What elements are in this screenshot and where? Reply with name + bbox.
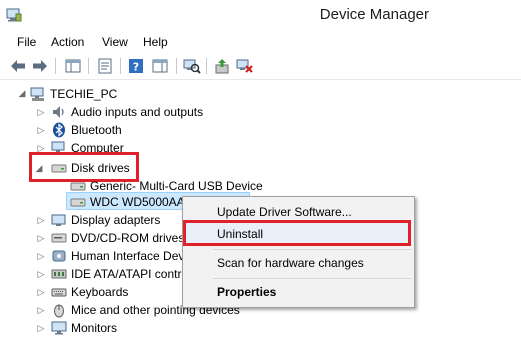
toolbar-separator <box>206 58 207 74</box>
tree-item-bluetooth[interactable]: Bluetooth <box>71 123 122 137</box>
tree-item-generic-multicard[interactable]: Generic- Multi-Card USB Device <box>90 179 263 193</box>
tree-item-hid[interactable]: Human Interface Dev <box>71 249 184 263</box>
tree-item-dvd-drives[interactable]: DVD/CD-ROM drives <box>71 231 184 245</box>
context-menu-separator <box>213 278 411 279</box>
forward-icon[interactable] <box>30 56 50 76</box>
hid-icon <box>52 250 66 262</box>
tree-item-audio[interactable]: Audio inputs and outputs <box>71 105 203 119</box>
expand-arrow-icon[interactable]: ▷ <box>37 269 45 279</box>
keyboard-icon <box>51 288 67 297</box>
show-hide-console-tree-icon[interactable] <box>63 56 83 76</box>
context-scan-hardware[interactable]: Scan for hardware changes <box>217 256 364 270</box>
toolbar: ? <box>0 53 521 80</box>
scan-hardware-icon[interactable] <box>182 56 202 76</box>
monitor-icon <box>51 321 67 335</box>
help-icon[interactable]: ? <box>126 56 146 76</box>
svg-text:?: ? <box>133 61 139 74</box>
tree-item-ide[interactable]: IDE ATA/ATAPI contr <box>71 267 181 281</box>
tree-root-label[interactable]: TECHIE_PC <box>50 87 117 101</box>
tree-item-display-adapters[interactable]: Display adapters <box>71 213 160 227</box>
dvd-drive-icon <box>51 233 67 243</box>
expand-arrow-icon[interactable]: ▷ <box>37 305 45 315</box>
menu-help[interactable]: Help <box>143 35 168 49</box>
back-icon[interactable] <box>8 56 28 76</box>
title-bar: Device Manager <box>0 0 521 32</box>
expand-arrow-icon[interactable]: ▷ <box>37 251 45 261</box>
tree-item-monitors[interactable]: Monitors <box>71 321 117 335</box>
tree-item-wdc-drive[interactable]: WDC WD5000AAK <box>90 195 193 209</box>
toolbar-separator <box>88 58 89 74</box>
tree-item-keyboards[interactable]: Keyboards <box>71 285 128 299</box>
menu-action[interactable]: Action <box>51 35 84 49</box>
context-menu-separator <box>213 249 411 250</box>
display-adapter-icon <box>51 214 66 226</box>
mouse-icon <box>54 304 64 318</box>
computer-icon <box>30 87 44 101</box>
highlight-box-uninstall <box>183 220 411 246</box>
menu-view[interactable]: View <box>102 35 128 49</box>
expand-arrow-icon[interactable]: ▷ <box>37 323 45 333</box>
speaker-icon <box>53 106 64 118</box>
context-menu: Update Driver Software... Uninstall Scan… <box>182 196 415 308</box>
ide-controller-icon <box>51 269 67 279</box>
menu-file[interactable]: File <box>17 35 36 49</box>
context-properties[interactable]: Properties <box>217 285 276 299</box>
disk-drive-icon <box>70 198 86 207</box>
window-title: Device Manager <box>319 6 429 23</box>
show-hide-action-pane-icon[interactable] <box>150 56 170 76</box>
update-driver-icon[interactable] <box>212 56 232 76</box>
bluetooth-icon <box>53 122 65 138</box>
expand-arrow-icon[interactable]: ▷ <box>37 107 45 117</box>
toolbar-separator <box>120 58 121 74</box>
expand-arrow-icon[interactable]: ▷ <box>37 125 45 135</box>
toolbar-separator <box>55 58 56 74</box>
expand-arrow-icon[interactable]: ▷ <box>37 287 45 297</box>
menu-bar: File Action View Help <box>0 32 521 53</box>
uninstall-icon[interactable] <box>235 56 255 76</box>
toolbar-separator <box>176 58 177 74</box>
collapse-arrow-icon[interactable]: ◢ <box>18 88 26 98</box>
context-update-driver[interactable]: Update Driver Software... <box>217 205 352 219</box>
expand-arrow-icon[interactable]: ▷ <box>37 215 45 225</box>
expand-arrow-icon[interactable]: ▷ <box>37 233 45 243</box>
properties-icon[interactable] <box>95 56 115 76</box>
